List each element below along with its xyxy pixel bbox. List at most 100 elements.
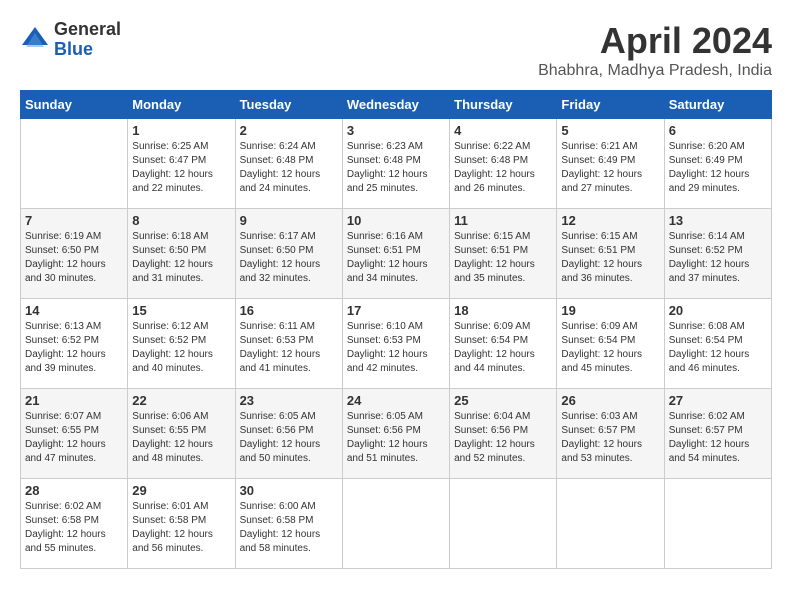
title-area: April 2024 Bhabhra, Madhya Pradesh, Indi…: [538, 20, 772, 80]
header: General Blue April 2024 Bhabhra, Madhya …: [20, 20, 772, 80]
day-number: 4: [454, 123, 552, 138]
day-number: 14: [25, 303, 123, 318]
logo: General Blue: [20, 20, 121, 60]
day-info: Sunrise: 6:17 AMSunset: 6:50 PMDaylight:…: [240, 231, 321, 284]
weekday-header: Wednesday: [342, 91, 449, 119]
day-number: 7: [25, 213, 123, 228]
calendar-cell: 12 Sunrise: 6:15 AMSunset: 6:51 PMDaylig…: [557, 209, 664, 299]
day-info: Sunrise: 6:13 AMSunset: 6:52 PMDaylight:…: [25, 321, 106, 374]
calendar-cell: 17 Sunrise: 6:10 AMSunset: 6:53 PMDaylig…: [342, 299, 449, 389]
calendar-cell: 19 Sunrise: 6:09 AMSunset: 6:54 PMDaylig…: [557, 299, 664, 389]
day-number: 2: [240, 123, 338, 138]
calendar: SundayMondayTuesdayWednesdayThursdayFrid…: [20, 90, 772, 569]
day-info: Sunrise: 6:18 AMSunset: 6:50 PMDaylight:…: [132, 231, 213, 284]
calendar-cell: 6 Sunrise: 6:20 AMSunset: 6:49 PMDayligh…: [664, 119, 771, 209]
day-info: Sunrise: 6:02 AMSunset: 6:57 PMDaylight:…: [669, 411, 750, 464]
day-info: Sunrise: 6:25 AMSunset: 6:47 PMDaylight:…: [132, 141, 213, 194]
day-number: 8: [132, 213, 230, 228]
calendar-cell: 25 Sunrise: 6:04 AMSunset: 6:56 PMDaylig…: [450, 389, 557, 479]
day-info: Sunrise: 6:24 AMSunset: 6:48 PMDaylight:…: [240, 141, 321, 194]
day-number: 23: [240, 393, 338, 408]
day-number: 15: [132, 303, 230, 318]
day-info: Sunrise: 6:03 AMSunset: 6:57 PMDaylight:…: [561, 411, 642, 464]
calendar-cell: 5 Sunrise: 6:21 AMSunset: 6:49 PMDayligh…: [557, 119, 664, 209]
calendar-cell: 15 Sunrise: 6:12 AMSunset: 6:52 PMDaylig…: [128, 299, 235, 389]
day-number: 22: [132, 393, 230, 408]
weekday-header: Thursday: [450, 91, 557, 119]
day-number: 24: [347, 393, 445, 408]
day-number: 27: [669, 393, 767, 408]
calendar-week-row: 21 Sunrise: 6:07 AMSunset: 6:55 PMDaylig…: [21, 389, 772, 479]
day-number: 25: [454, 393, 552, 408]
day-number: 30: [240, 483, 338, 498]
calendar-cell: 7 Sunrise: 6:19 AMSunset: 6:50 PMDayligh…: [21, 209, 128, 299]
day-info: Sunrise: 6:16 AMSunset: 6:51 PMDaylight:…: [347, 231, 428, 284]
calendar-cell: 21 Sunrise: 6:07 AMSunset: 6:55 PMDaylig…: [21, 389, 128, 479]
day-info: Sunrise: 6:15 AMSunset: 6:51 PMDaylight:…: [454, 231, 535, 284]
calendar-cell: 26 Sunrise: 6:03 AMSunset: 6:57 PMDaylig…: [557, 389, 664, 479]
day-info: Sunrise: 6:15 AMSunset: 6:51 PMDaylight:…: [561, 231, 642, 284]
day-number: 10: [347, 213, 445, 228]
day-info: Sunrise: 6:12 AMSunset: 6:52 PMDaylight:…: [132, 321, 213, 374]
day-info: Sunrise: 6:09 AMSunset: 6:54 PMDaylight:…: [561, 321, 642, 374]
day-info: Sunrise: 6:10 AMSunset: 6:53 PMDaylight:…: [347, 321, 428, 374]
day-info: Sunrise: 6:00 AMSunset: 6:58 PMDaylight:…: [240, 501, 321, 554]
day-number: 20: [669, 303, 767, 318]
day-info: Sunrise: 6:14 AMSunset: 6:52 PMDaylight:…: [669, 231, 750, 284]
logo-text: General Blue: [54, 20, 121, 60]
weekday-header-row: SundayMondayTuesdayWednesdayThursdayFrid…: [21, 91, 772, 119]
calendar-cell: 1 Sunrise: 6:25 AMSunset: 6:47 PMDayligh…: [128, 119, 235, 209]
day-number: 21: [25, 393, 123, 408]
day-number: 1: [132, 123, 230, 138]
day-number: 6: [669, 123, 767, 138]
day-number: 5: [561, 123, 659, 138]
calendar-week-row: 14 Sunrise: 6:13 AMSunset: 6:52 PMDaylig…: [21, 299, 772, 389]
day-info: Sunrise: 6:07 AMSunset: 6:55 PMDaylight:…: [25, 411, 106, 464]
day-info: Sunrise: 6:11 AMSunset: 6:53 PMDaylight:…: [240, 321, 321, 374]
calendar-cell: 2 Sunrise: 6:24 AMSunset: 6:48 PMDayligh…: [235, 119, 342, 209]
day-info: Sunrise: 6:08 AMSunset: 6:54 PMDaylight:…: [669, 321, 750, 374]
calendar-cell: [664, 479, 771, 569]
logo-blue: Blue: [54, 40, 121, 60]
day-number: 13: [669, 213, 767, 228]
day-info: Sunrise: 6:19 AMSunset: 6:50 PMDaylight:…: [25, 231, 106, 284]
calendar-cell: 13 Sunrise: 6:14 AMSunset: 6:52 PMDaylig…: [664, 209, 771, 299]
calendar-cell: [342, 479, 449, 569]
weekday-header: Saturday: [664, 91, 771, 119]
day-info: Sunrise: 6:01 AMSunset: 6:58 PMDaylight:…: [132, 501, 213, 554]
calendar-week-row: 7 Sunrise: 6:19 AMSunset: 6:50 PMDayligh…: [21, 209, 772, 299]
day-number: 11: [454, 213, 552, 228]
day-info: Sunrise: 6:05 AMSunset: 6:56 PMDaylight:…: [240, 411, 321, 464]
calendar-cell: 23 Sunrise: 6:05 AMSunset: 6:56 PMDaylig…: [235, 389, 342, 479]
calendar-cell: [557, 479, 664, 569]
calendar-cell: 16 Sunrise: 6:11 AMSunset: 6:53 PMDaylig…: [235, 299, 342, 389]
month-title: April 2024: [538, 20, 772, 62]
day-info: Sunrise: 6:02 AMSunset: 6:58 PMDaylight:…: [25, 501, 106, 554]
day-number: 12: [561, 213, 659, 228]
day-number: 26: [561, 393, 659, 408]
weekday-header: Friday: [557, 91, 664, 119]
day-number: 19: [561, 303, 659, 318]
logo-icon: [20, 25, 50, 55]
logo-general: General: [54, 20, 121, 40]
calendar-cell: 11 Sunrise: 6:15 AMSunset: 6:51 PMDaylig…: [450, 209, 557, 299]
day-number: 17: [347, 303, 445, 318]
calendar-cell: 28 Sunrise: 6:02 AMSunset: 6:58 PMDaylig…: [21, 479, 128, 569]
calendar-cell: 27 Sunrise: 6:02 AMSunset: 6:57 PMDaylig…: [664, 389, 771, 479]
calendar-cell: 3 Sunrise: 6:23 AMSunset: 6:48 PMDayligh…: [342, 119, 449, 209]
calendar-cell: 18 Sunrise: 6:09 AMSunset: 6:54 PMDaylig…: [450, 299, 557, 389]
day-number: 9: [240, 213, 338, 228]
calendar-cell: 20 Sunrise: 6:08 AMSunset: 6:54 PMDaylig…: [664, 299, 771, 389]
day-number: 3: [347, 123, 445, 138]
day-info: Sunrise: 6:04 AMSunset: 6:56 PMDaylight:…: [454, 411, 535, 464]
calendar-cell: 22 Sunrise: 6:06 AMSunset: 6:55 PMDaylig…: [128, 389, 235, 479]
calendar-week-row: 1 Sunrise: 6:25 AMSunset: 6:47 PMDayligh…: [21, 119, 772, 209]
weekday-header: Monday: [128, 91, 235, 119]
day-info: Sunrise: 6:23 AMSunset: 6:48 PMDaylight:…: [347, 141, 428, 194]
calendar-cell: 10 Sunrise: 6:16 AMSunset: 6:51 PMDaylig…: [342, 209, 449, 299]
day-number: 28: [25, 483, 123, 498]
calendar-cell: [450, 479, 557, 569]
day-number: 29: [132, 483, 230, 498]
weekday-header: Tuesday: [235, 91, 342, 119]
day-number: 16: [240, 303, 338, 318]
